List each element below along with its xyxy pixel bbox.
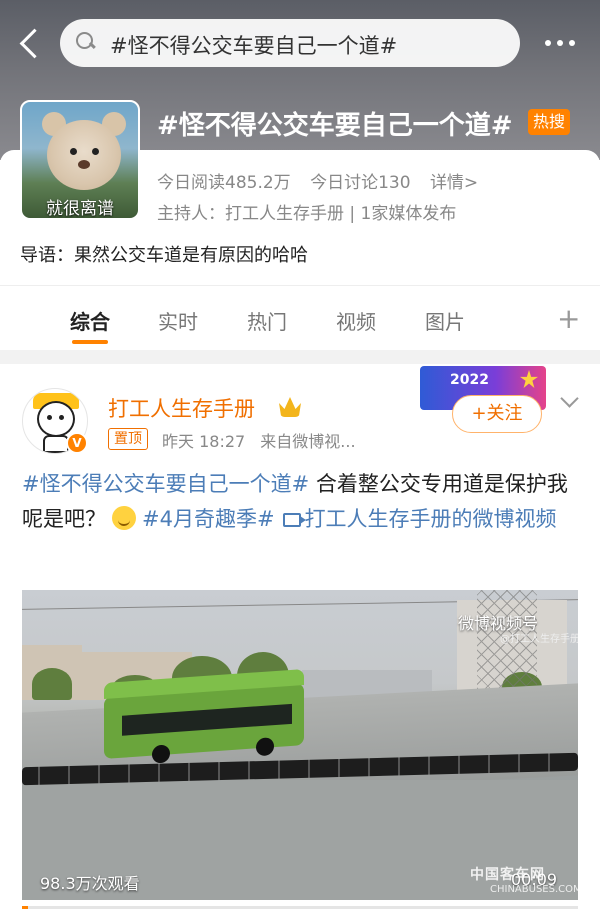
video-watermark-sub: @打工人生存手册 [500, 634, 578, 645]
search-bar[interactable]: #怪不得公交车要自己一个道# [60, 19, 520, 67]
crown-icon [279, 397, 301, 417]
topic-intro: 导语：果然公交车道是有原因的哈哈 [20, 245, 308, 266]
back-icon[interactable] [16, 26, 46, 60]
site-watermark-sub: CHINABUSES.COM [490, 884, 582, 895]
discussions-count: 今日讨论130 [310, 173, 411, 193]
hashtag-link[interactable]: #4月奇趣季# [142, 507, 275, 531]
details-link[interactable]: 详情> [430, 173, 478, 193]
author-name[interactable]: 打工人生存手册 [108, 393, 255, 423]
tree [32, 668, 72, 700]
view-count: 98.3万次观看 [40, 874, 140, 893]
post-time: 昨天 18:27 [162, 432, 246, 451]
topic-stats: 今日阅读485.2万 今日讨论130 详情> [157, 168, 492, 193]
laughing-emoji-icon [112, 506, 136, 530]
transmission-tower [477, 590, 537, 700]
tab-hot[interactable]: 热门 [247, 306, 287, 335]
hot-badge: 热搜 [528, 109, 571, 135]
site-watermark: 中国客车网 [470, 867, 545, 883]
reads-count: 今日阅读485.2万 [157, 173, 291, 193]
video-link[interactable]: 打工人生存手册的微博视频 [305, 507, 557, 531]
follow-button[interactable]: +关注 [452, 395, 542, 433]
tab-bar: 综合 实时 热门 视频 图片 + [0, 285, 600, 350]
chevron-down-icon[interactable] [560, 392, 580, 412]
topic-host[interactable]: 主持人：打工人生存手册 | 1家媒体发布 [157, 199, 456, 224]
tab-images[interactable]: 图片 [425, 306, 465, 335]
hashtag-link[interactable]: #怪不得公交车要自己一个道# [22, 472, 309, 496]
verified-icon: V [66, 432, 88, 454]
avatar-eye-icon [47, 415, 52, 420]
topic-avatar: 就很离谱 [20, 100, 140, 220]
bear-eye-icon [92, 148, 99, 155]
promo-year: 2022 [450, 372, 489, 388]
video-progress-bar[interactable] [22, 906, 578, 909]
tab-general[interactable]: 综合 [70, 306, 110, 335]
tab-realtime[interactable]: 实时 [158, 306, 198, 335]
video-player[interactable]: 微博视频号 @打工人生存手册 98.3万次观看 00:09 [22, 590, 578, 900]
search-input[interactable]: #怪不得公交车要自己一个道# [110, 30, 397, 60]
search-icon [76, 32, 96, 52]
video-progress-fill [22, 906, 28, 909]
avatar-eye-icon [59, 415, 64, 420]
post-text: #怪不得公交车要自己一个道# 合着整公交专用道是保护我呢是吧？ #4月奇趣季# 打工… [22, 467, 582, 537]
post-meta: 昨天 18:27 来自微博视... [162, 428, 366, 452]
tab-video[interactable]: 视频 [336, 306, 376, 335]
avatar-caption: 就很离谱 [46, 199, 114, 219]
more-icon[interactable] [540, 32, 580, 54]
bus-windows [122, 703, 292, 736]
bear-head-icon [47, 120, 121, 190]
avatar-face-icon [37, 401, 75, 437]
bear-nose-icon [78, 160, 90, 169]
topic-title: #怪不得公交车要自己一个道# [157, 111, 513, 141]
star-icon [520, 370, 538, 388]
post-source: 来自微博视... [260, 432, 356, 451]
pinned-badge: 置顶 [108, 428, 148, 450]
video-link-icon [282, 513, 306, 527]
section-divider [0, 350, 600, 364]
bear-eye-icon [70, 148, 77, 155]
add-tab-icon[interactable]: + [557, 302, 580, 335]
active-tab-indicator [72, 340, 108, 344]
